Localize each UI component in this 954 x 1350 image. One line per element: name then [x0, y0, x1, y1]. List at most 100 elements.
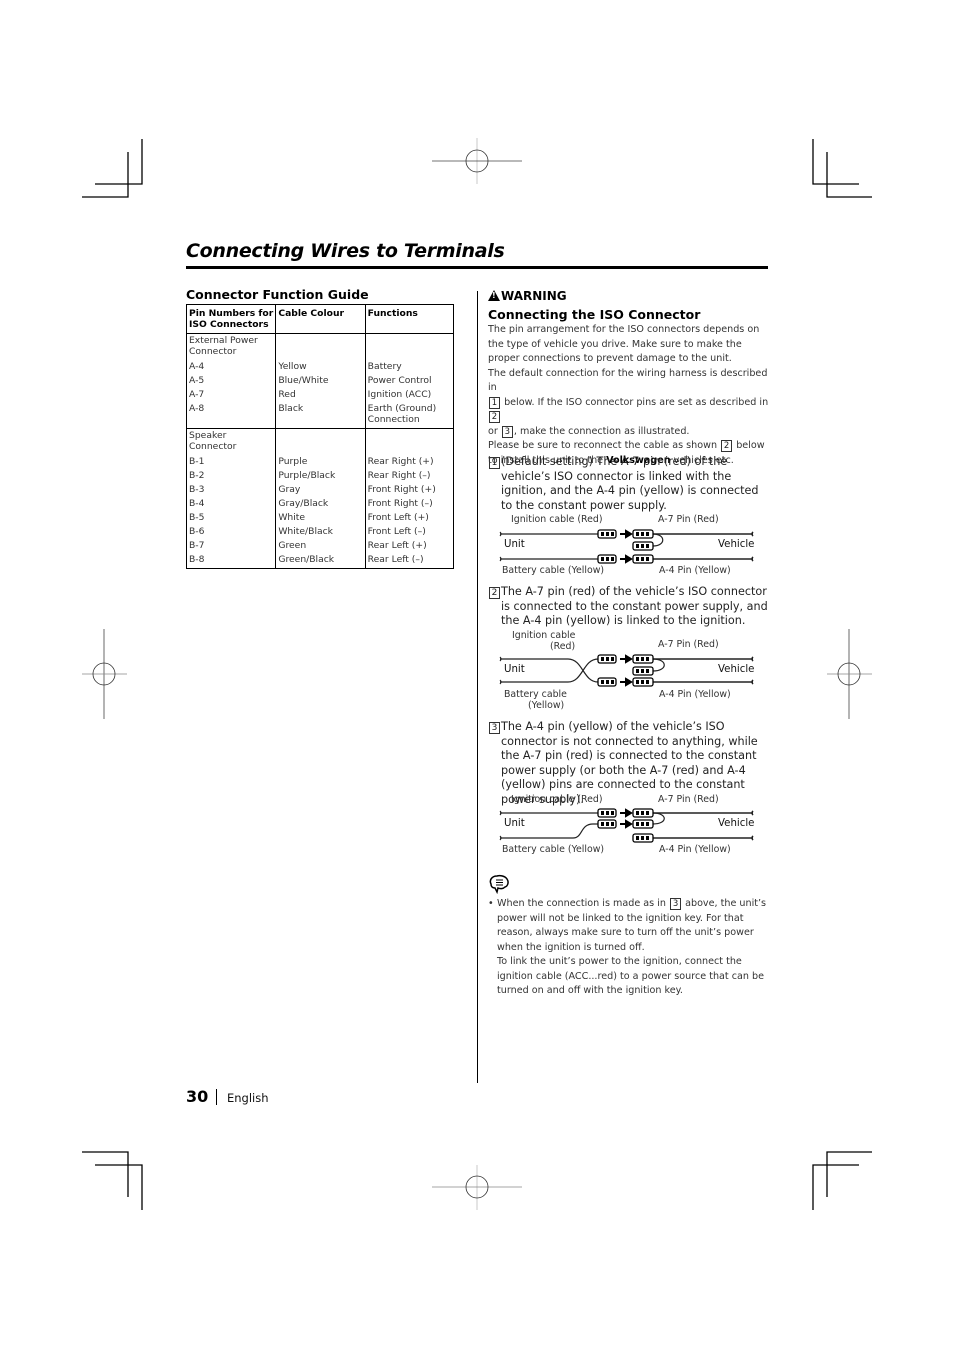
connector-female-icon [632, 833, 654, 843]
pin-cell: B-3 [189, 484, 205, 495]
crop-mark-bottom-left [82, 1151, 143, 1210]
connector-male-icon [597, 808, 617, 818]
table-header-row: Pin Numbers for ISO Connectors Cable Col… [185, 304, 455, 334]
pin-cell: B-8 [189, 554, 205, 565]
connector-male-icon [597, 529, 617, 539]
registration-mark-right [827, 629, 872, 719]
guide-heading: Connector Function Guide [186, 287, 369, 302]
function-cell: Ignition (ACC) [367, 389, 432, 400]
pin-cell: B-5 [189, 512, 205, 523]
step-ref-2: 2 [721, 440, 733, 452]
table-group-external-power: External Power Connector A-4 A-5 A-7 A-8… [185, 333, 455, 429]
step-ref-3: 3 [501, 425, 513, 438]
colour-cell: Gray [278, 484, 301, 495]
pin-cell: B-1 [189, 456, 205, 467]
iso-intro: The pin arrangement for the ISO connecto… [488, 323, 770, 468]
function-cell: Battery [367, 361, 402, 372]
connector-female-icon [632, 541, 654, 551]
arrow-right-icon [620, 554, 633, 564]
pin-cell: A-7 [189, 389, 205, 400]
warning-heading: WARNING [488, 289, 770, 303]
function-cell: Front Right (–) [367, 498, 433, 509]
connector-female-icon [632, 654, 654, 664]
colour-cell: Red [278, 389, 296, 400]
colour-cell: Green/Black [278, 554, 335, 565]
function-cell: Rear Right (+) [367, 456, 434, 467]
wiring-diagram-3: Ignition cable (Red) A-7 Pin (Red) Unit … [488, 792, 770, 862]
step-1: 1 (Default setting) The A-7 pin (red) of… [488, 455, 770, 513]
page-title: Connecting Wires to Terminals [186, 240, 505, 262]
function-cell: Front Right (+) [367, 484, 436, 495]
wiring-lines [499, 808, 754, 843]
note-paragraph-2: To link the unit’s power to the ignition… [497, 956, 765, 996]
arrow-right-icon [620, 654, 633, 664]
title-rule [186, 266, 768, 269]
step-number: 2 [489, 587, 500, 599]
connector-female-icon [632, 529, 654, 539]
connector-male-icon [597, 819, 617, 829]
function-cell: Earth (Ground) Connection [367, 403, 437, 425]
registration-mark-top [432, 138, 522, 184]
connector-female-icon [632, 808, 654, 818]
pin-cell: A-8 [189, 403, 205, 414]
step-number: 3 [489, 722, 500, 734]
warning-label: WARNING [501, 289, 567, 303]
group-label: External Power Connector [189, 335, 258, 357]
function-cell: Rear Right (–) [367, 470, 431, 481]
bullet: • [488, 898, 494, 909]
colour-cell: Blue/White [278, 375, 329, 386]
note-text: • When the connection is made as in 3 ab… [488, 897, 773, 999]
colour-cell: Purple [278, 456, 308, 467]
connector-female-icon [632, 666, 654, 676]
connector-male-icon [597, 654, 617, 664]
arrow-right-icon [620, 819, 633, 829]
connector-female-icon [632, 554, 654, 564]
registration-mark-left [82, 629, 127, 719]
intro-paragraph-1: The pin arrangement for the ISO connecto… [488, 324, 760, 364]
colour-cell: White/Black [278, 526, 333, 537]
column-divider [477, 291, 478, 1083]
column-header-colour: Cable Colour [275, 304, 366, 334]
registration-mark-bottom [432, 1165, 522, 1210]
note-speech-bubble-icon [488, 874, 510, 898]
colour-cell: Gray/Black [278, 498, 329, 509]
pin-cell: B-4 [189, 498, 205, 509]
colour-cell: Green [278, 540, 307, 551]
colour-cell: Black [278, 403, 304, 414]
wiring-lines [499, 529, 754, 564]
function-cell: Rear Left (+) [367, 540, 427, 551]
intro-paragraph-2: The default connection for the wiring ha… [488, 367, 769, 438]
colour-cell: White [278, 512, 306, 523]
warning-triangle-icon [488, 290, 500, 301]
function-cell: Power Control [367, 375, 432, 386]
arrow-right-icon [620, 677, 633, 687]
colour-cell: Yellow [278, 361, 307, 372]
step-ref-1: 1 [489, 396, 500, 409]
table-group-speaker: Speaker Connector B-1 B-2 B-3 B-4 B-5 B-… [185, 428, 455, 569]
pin-cell: B-2 [189, 470, 205, 481]
connector-female-icon [632, 677, 654, 687]
step-text: (Default setting) The A-7 pin (red) of t… [501, 455, 759, 512]
column-header-pin: Pin Numbers for ISO Connectors [185, 304, 277, 334]
pin-cell: A-4 [189, 361, 205, 372]
group-label: Speaker Connector [189, 430, 237, 452]
wiring-diagram-2: Ignition cable (Red) A-7 Pin (Red) Unit … [488, 629, 770, 714]
pin-cell: A-5 [189, 375, 205, 386]
wiring-diagram-1: Ignition cable (Red) A-7 Pin (Red) Unit … [488, 512, 770, 582]
column-header-function: Functions [364, 304, 455, 334]
wiring-lines [499, 654, 754, 687]
page-number: 30 [186, 1087, 209, 1106]
function-cell: Front Left (–) [367, 526, 426, 537]
function-cell: Front Left (+) [367, 512, 429, 523]
step-ref-3: 3 [670, 898, 682, 910]
crop-mark-bottom-right [812, 1151, 872, 1210]
connector-male-icon [597, 677, 617, 687]
pin-cell: B-6 [189, 526, 205, 537]
step-text: The A-7 pin (red) of the vehicle’s ISO c… [501, 585, 768, 627]
page-language: English [227, 1091, 269, 1105]
pin-cell: B-7 [189, 540, 205, 551]
iso-heading: Connecting the ISO Connector [488, 307, 701, 322]
step-number: 1 [489, 457, 500, 469]
step-ref-2: 2 [489, 411, 500, 423]
step-2: 2 The A-7 pin (red) of the vehicle’s ISO… [488, 585, 770, 629]
